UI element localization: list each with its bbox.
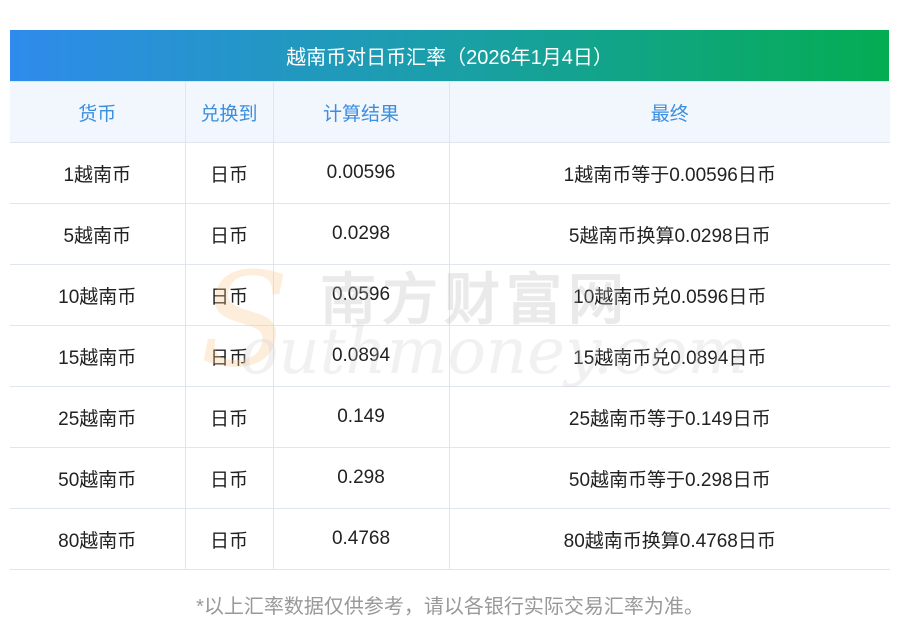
cell-currency: 25越南币 [10,386,186,448]
table-row: 15越南币 日币 0.0894 15越南币兑0.0894日币 [10,325,890,387]
disclaimer: *以上汇率数据仅供参考，请以各银行实际交易汇率为准。 [196,596,704,618]
cell-result: 0.0596 [272,264,450,326]
header-currency: 货币 [10,81,186,143]
cell-result: 0.149 [272,386,450,448]
table-row: 10越南币 日币 0.0596 10越南币兑0.0596日币 [10,264,890,326]
table-title: 越南币对日币汇率（2026年1月4日） [10,30,889,81]
cell-currency: 5越南币 [10,203,186,265]
cell-convert-to: 日币 [184,203,274,265]
cell-final: 1越南币等于0.00596日币 [448,142,890,204]
table-row: 80越南币 日币 0.4768 80越南币换算0.4768日币 [10,508,890,570]
table-row: 50越南币 日币 0.298 50越南币等于0.298日币 [10,447,890,509]
cell-final: 25越南币等于0.149日币 [448,386,890,448]
cell-convert-to: 日币 [184,264,274,326]
cell-result: 0.00596 [272,142,450,204]
cell-currency: 15越南币 [10,325,186,387]
cell-result: 0.4768 [272,508,450,570]
cell-convert-to: 日币 [184,386,274,448]
cell-currency: 50越南币 [10,447,186,509]
cell-convert-to: 日币 [184,325,274,387]
table-row: 1越南币 日币 0.00596 1越南币等于0.00596日币 [10,142,890,204]
cell-currency: 10越南币 [10,264,186,326]
cell-final: 10越南币兑0.0596日币 [448,264,890,326]
header-result: 计算结果 [272,81,450,143]
cell-final: 5越南币换算0.0298日币 [448,203,890,265]
table-row: 25越南币 日币 0.149 25越南币等于0.149日币 [10,386,890,448]
cell-convert-to: 日币 [184,508,274,570]
cell-convert-to: 日币 [184,142,274,204]
cell-result: 0.0298 [272,203,450,265]
header-row: 货币 兑换到 计算结果 最终 [10,81,890,143]
cell-final: 15越南币兑0.0894日币 [448,325,890,387]
cell-final: 80越南币换算0.4768日币 [448,508,890,570]
cell-currency: 80越南币 [10,508,186,570]
header-final: 最终 [448,81,890,143]
header-convert-to: 兑换到 [184,81,274,143]
cell-result: 0.0894 [272,325,450,387]
cell-final: 50越南币等于0.298日币 [448,447,890,509]
cell-currency: 1越南币 [10,142,186,204]
table-row: 5越南币 日币 0.0298 5越南币换算0.0298日币 [10,203,890,265]
cell-convert-to: 日币 [184,447,274,509]
exchange-rate-table: 货币 兑换到 计算结果 最终 1越南币 日币 0.00596 1越南币等于0.0059… [10,81,890,570]
cell-result: 0.298 [272,447,450,509]
